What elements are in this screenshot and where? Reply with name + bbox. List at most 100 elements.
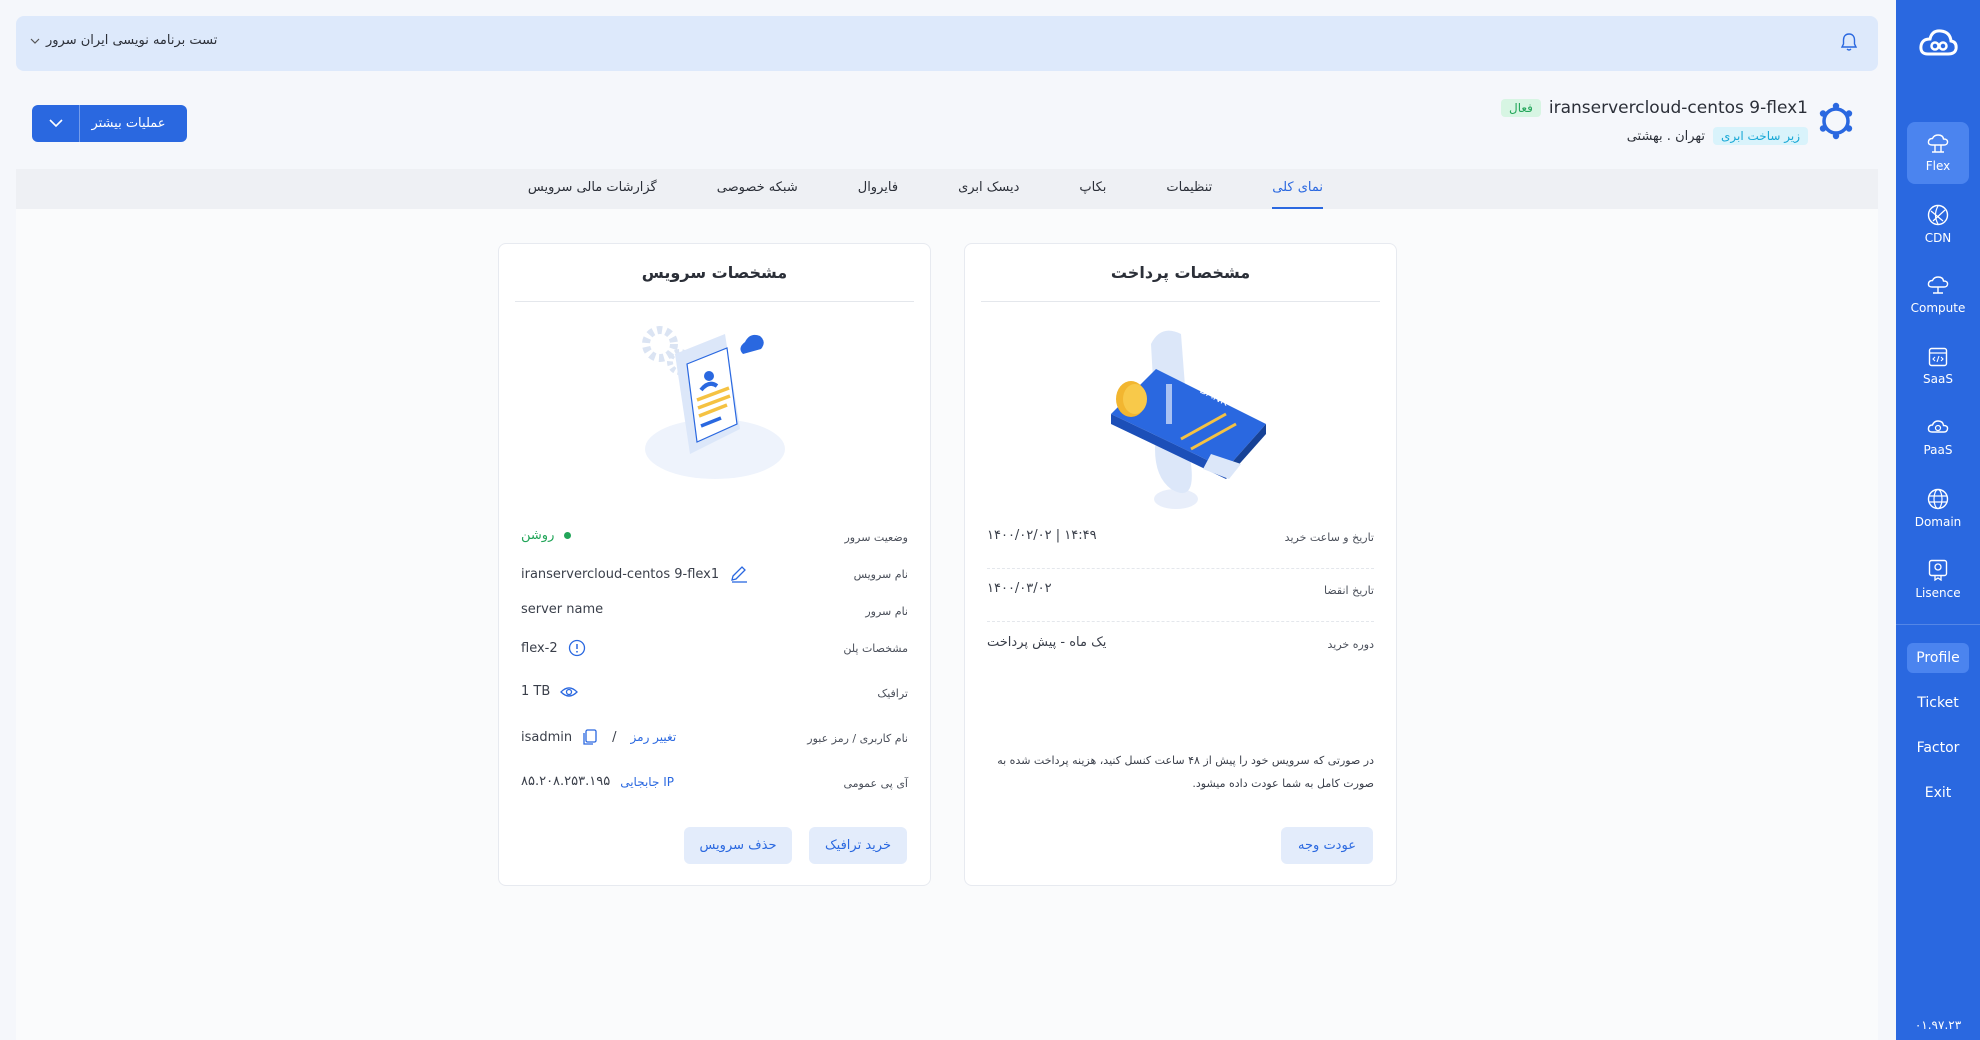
sidebar-link-profile[interactable]: Profile [1907,643,1969,673]
tab-cloud-disk[interactable]: دیسک ابری [958,169,1019,209]
plan-row: مشخصات پلن flex-2 [521,638,908,662]
buy-traffic-button[interactable]: خرید ترافیک [809,827,907,864]
username-value: isadmin [521,729,573,745]
cloud-logo-icon[interactable] [1896,26,1980,66]
purchase-period-value: یک ماه - پیش پرداخت [987,635,1107,650]
tab-firewall[interactable]: فایروال [858,169,898,209]
server-name-label: نام سرور [865,605,908,618]
cloud-gear-icon [1927,419,1949,433]
info-icon[interactable] [568,639,586,657]
service-location: تهران . بهشتی [1626,128,1706,144]
centos-logo-icon [1816,101,1856,145]
company-name: تست برنامه نویسی ایران سرور [46,33,218,48]
chevron-down-icon [30,38,40,44]
purchase-date-label: تاریخ و ساعت خرید [1284,531,1374,544]
sidebar-item-label: Domain [1914,514,1962,529]
move-ip-link[interactable]: جابجایی IP [620,775,674,789]
service-title: فعال iranservercloud-centos 9-flex1 [1500,98,1808,118]
tab-private-network[interactable]: شبکه خصوصی [717,169,798,209]
plan-value-wrap: flex-2 [521,639,586,657]
status-dot-icon [564,532,572,539]
server-status-label: وضعیت سرور [844,531,909,544]
purchase-date-row: تاریخ و ساعت خرید ۱۴۰۰/۰۲/۰۲ | ۱۴:۴۹ [987,527,1374,569]
page: تست برنامه نویسی ایران سرور فعال iranser… [0,0,1980,1040]
eye-icon[interactable] [560,685,579,699]
sidebar-item-paas[interactable]: PaaS [1907,406,1969,468]
content-area [16,209,1878,1040]
public-ip-value: ۸۵.۲۰۸.۲۵۳.۱۹۵ [521,774,611,789]
server-status-value: روشن [521,528,572,543]
credentials-value-wrap: isadmin / تغییر رمز [521,729,676,745]
tab-settings[interactable]: تنظیمات [1166,169,1212,209]
expire-date-row: تاریخ انقضا ۱۴۰۰/۰۳/۰۲ [987,580,1374,622]
credentials-row: نام کاربری / رمز عبور isadmin / تغییر رم… [521,728,908,752]
separator-slash: / [612,729,617,745]
infra-badge: زیر ساخت ابری [1713,127,1808,145]
server-name-row: نام سرور server name [521,601,908,625]
status-badge: فعال [1500,99,1541,117]
more-actions-button[interactable]: عملیات بیشتر [32,105,187,142]
expire-date-value: ۱۴۰۰/۰۳/۰۲ [987,581,1052,596]
sidebar-item-compute[interactable]: Compute [1907,264,1969,326]
sidebar-link-exit[interactable]: Exit [1907,778,1969,808]
public-ip-row: آی پی عمومی ۸۵.۲۰۸.۲۵۳.۱۹۵ جابجایی IP [521,773,908,797]
edit-pencil-icon[interactable] [729,565,749,583]
sidebar-item-label: Compute [1910,300,1966,315]
company-selector[interactable]: تست برنامه نویسی ایران سرور [30,33,217,48]
service-subtitle: زیر ساخت ابری تهران . بهشتی [1627,127,1808,145]
refund-note: در صورتی که سرویس خود را پیش از ۴۸ ساعت … [997,754,1374,790]
bell-icon[interactable] [1840,32,1858,56]
sidebar-item-license[interactable]: Lisence [1907,548,1969,610]
traffic-value: 1 TB [521,684,551,699]
tab-bar: نمای کلی تنظیمات بکاپ دیسک ابری فایروال … [16,169,1878,209]
purchase-period-label: دوره خرید [1327,638,1375,651]
globe-icon [1927,488,1949,509]
service-spec-card: مشخصات سرویس وضعیت سرور روشن نام سرویس i… [498,243,931,886]
bank-card-illustration: BANK [965,314,1396,514]
app-version: ۰۱.۹۷.۲۳ [1914,1018,1962,1032]
sidebar-item-label: CDN [1924,230,1952,245]
code-window-icon [1928,347,1948,366]
payment-card: مشخصات پرداخت BANK تاریخ و ساعت خرید ۱۴۰… [964,243,1397,886]
service-spec-illustration [499,314,930,484]
sidebar-item-flex[interactable]: Flex [1907,122,1969,184]
plan-value: flex-2 [521,640,558,656]
plan-label: مشخصات پلن [843,642,908,655]
sidebar-item-label: Lisence [1915,585,1961,600]
sidebar-item-label: Flex [1925,158,1951,173]
sidebar-link-ticket[interactable]: Ticket [1907,688,1969,718]
sidebar-item-label: SaaS [1923,371,1953,386]
purchase-period-row: دوره خرید یک ماه - پیش پرداخت [987,634,1374,658]
sidebar-item-domain[interactable]: Domain [1907,477,1969,539]
sidebar-link-factor[interactable]: Factor [1907,733,1969,763]
change-password-link[interactable]: تغییر رمز [631,730,677,744]
tab-overview[interactable]: نمای کلی [1272,169,1323,209]
sidebar-item-label: PaaS [1923,442,1953,457]
server-status-text: روشن [521,528,555,543]
copy-icon[interactable] [582,729,598,745]
top-bar: تست برنامه نویسی ایران سرور [16,16,1878,71]
service-name-value-wrap: iranservercloud-centos 9-flex1 [521,565,749,583]
tab-backup[interactable]: بکاپ [1079,169,1106,209]
sidebar-item-cdn[interactable]: CDN [1907,193,1969,255]
expire-date-label: تاریخ انقضا [1324,584,1374,597]
traffic-row: ترافیک 1 TB [521,683,908,707]
purchase-date-value: ۱۴۰۰/۰۲/۰۲ | ۱۴:۴۹ [987,528,1097,543]
service-name-label: نام سرویس [853,568,908,581]
service-spec-card-title: مشخصات سرویس [515,244,914,302]
refund-button[interactable]: عودت وجه [1281,827,1373,864]
traffic-label: ترافیک [877,687,908,700]
public-ip-value-wrap: ۸۵.۲۰۸.۲۵۳.۱۹۵ جابجایی IP [521,774,674,789]
payment-card-title: مشخصات پرداخت [981,244,1380,302]
service-name-value: iranservercloud-centos 9-flex1 [521,566,720,582]
tab-financial-reports[interactable]: گزارشات مالی سرویس [528,169,657,209]
server-name-value: server name [521,602,604,617]
service-name-row: نام سرویس iranservercloud-centos 9-flex1 [521,564,908,588]
traffic-value-wrap: 1 TB [521,684,579,699]
license-icon [1928,559,1948,581]
chevron-down-icon[interactable] [32,105,80,142]
server-status-row: وضعیت سرور روشن [521,527,908,551]
service-name: iranservercloud-centos 9-flex1 [1548,98,1808,118]
sidebar-item-saas[interactable]: SaaS [1907,335,1969,397]
delete-service-button[interactable]: حذف سرویس [684,827,792,864]
